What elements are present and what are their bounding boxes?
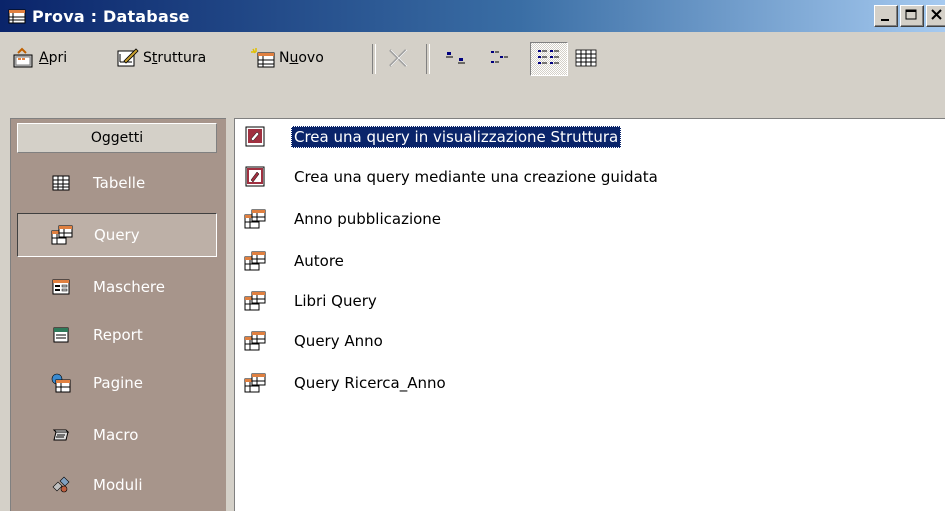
new-label-post: ovo (298, 50, 324, 66)
database-icon (8, 9, 26, 24)
title-bar[interactable]: Prova : Database (0, 0, 945, 32)
small-icons-icon (491, 51, 508, 63)
object-label: Report (93, 326, 143, 344)
wizard-design-icon (243, 125, 269, 149)
close-button[interactable] (926, 5, 945, 27)
delete-button[interactable] (386, 44, 412, 72)
module-icon (49, 474, 73, 496)
list-item-label: Crea una query mediante una creazione gu… (294, 168, 658, 186)
small-icons-button[interactable] (488, 44, 514, 72)
object-pages[interactable]: Pagine (17, 361, 217, 405)
query-icon (243, 329, 269, 353)
list-item[interactable]: Query Ricerca_Anno (235, 363, 449, 403)
table-icon (49, 172, 73, 194)
query-icon (243, 371, 269, 395)
object-label: Macro (93, 426, 139, 444)
query-icon (243, 207, 269, 231)
list-item[interactable]: Crea una query in visualizzazione Strutt… (235, 117, 622, 157)
object-label: Query (94, 226, 140, 244)
close-icon (931, 9, 942, 20)
object-queries[interactable]: Query (17, 213, 217, 257)
list-item[interactable]: Query Anno (235, 321, 386, 361)
objects-header[interactable]: Oggetti (17, 123, 217, 153)
object-label: Moduli (93, 476, 143, 494)
new-label-pre: N (279, 50, 290, 66)
object-label: Pagine (93, 374, 143, 392)
open-icon (13, 47, 33, 68)
object-list[interactable]: Crea una query in visualizzazione Strutt… (234, 118, 945, 511)
list-view-button[interactable] (530, 42, 568, 76)
query-icon (243, 249, 269, 273)
design-label-post: ruttura (157, 50, 207, 66)
list-item[interactable]: Crea una query mediante una creazione gu… (235, 157, 661, 197)
object-tables[interactable]: Tabelle (17, 161, 217, 205)
form-icon (49, 276, 73, 298)
details-view-icon (575, 49, 597, 67)
design-label-pre: S (143, 50, 152, 66)
open-button[interactable]: Apri (12, 44, 67, 72)
toolbar-separator (372, 44, 376, 74)
design-button[interactable]: Struttura (116, 44, 206, 72)
minimize-icon (881, 19, 889, 21)
query-icon (243, 289, 269, 313)
list-item[interactable]: Anno pubblicazione (235, 199, 444, 239)
macro-icon (49, 424, 73, 446)
list-item-label: Query Anno (294, 332, 383, 350)
maximize-icon (905, 9, 917, 20)
report-icon (49, 324, 73, 346)
wizard-icon (243, 165, 269, 189)
new-button[interactable]: Nuovo (250, 44, 324, 72)
list-item-label: Autore (294, 252, 344, 270)
list-item-label: Libri Query (294, 292, 377, 310)
query-icon (50, 224, 74, 246)
details-view-button[interactable] (574, 44, 600, 72)
large-icons-icon (446, 52, 465, 64)
object-forms[interactable]: Maschere (17, 265, 217, 309)
object-label: Tabelle (93, 174, 146, 192)
toolbar: Apri Struttura Nuovo (0, 32, 945, 102)
object-modules[interactable]: Moduli (17, 463, 217, 507)
window-title: Prova : Database (32, 6, 190, 26)
list-item-label: Query Ricerca_Anno (294, 374, 446, 392)
object-macros[interactable]: Macro (17, 413, 217, 457)
object-reports[interactable]: Report (17, 313, 217, 357)
delete-icon (389, 49, 408, 67)
object-label: Maschere (93, 278, 165, 296)
list-item[interactable]: Autore (235, 241, 347, 281)
minimize-button[interactable] (874, 5, 898, 27)
maximize-button[interactable] (900, 5, 924, 27)
large-icons-button[interactable] (444, 44, 470, 72)
toolbar-separator (426, 44, 430, 74)
open-access-key: A (39, 50, 49, 66)
list-item-label: Anno pubblicazione (294, 210, 442, 228)
page-icon (49, 372, 73, 394)
open-label: pri (48, 50, 68, 66)
list-item[interactable]: Libri Query (235, 281, 380, 321)
objects-bar: Oggetti Tabelle Query Maschere Report Pa… (10, 118, 226, 511)
list-item-label: Crea una query in visualizzazione Strutt… (291, 126, 622, 148)
new-icon (251, 48, 275, 68)
list-view-icon (538, 50, 559, 64)
design-icon (117, 48, 139, 67)
